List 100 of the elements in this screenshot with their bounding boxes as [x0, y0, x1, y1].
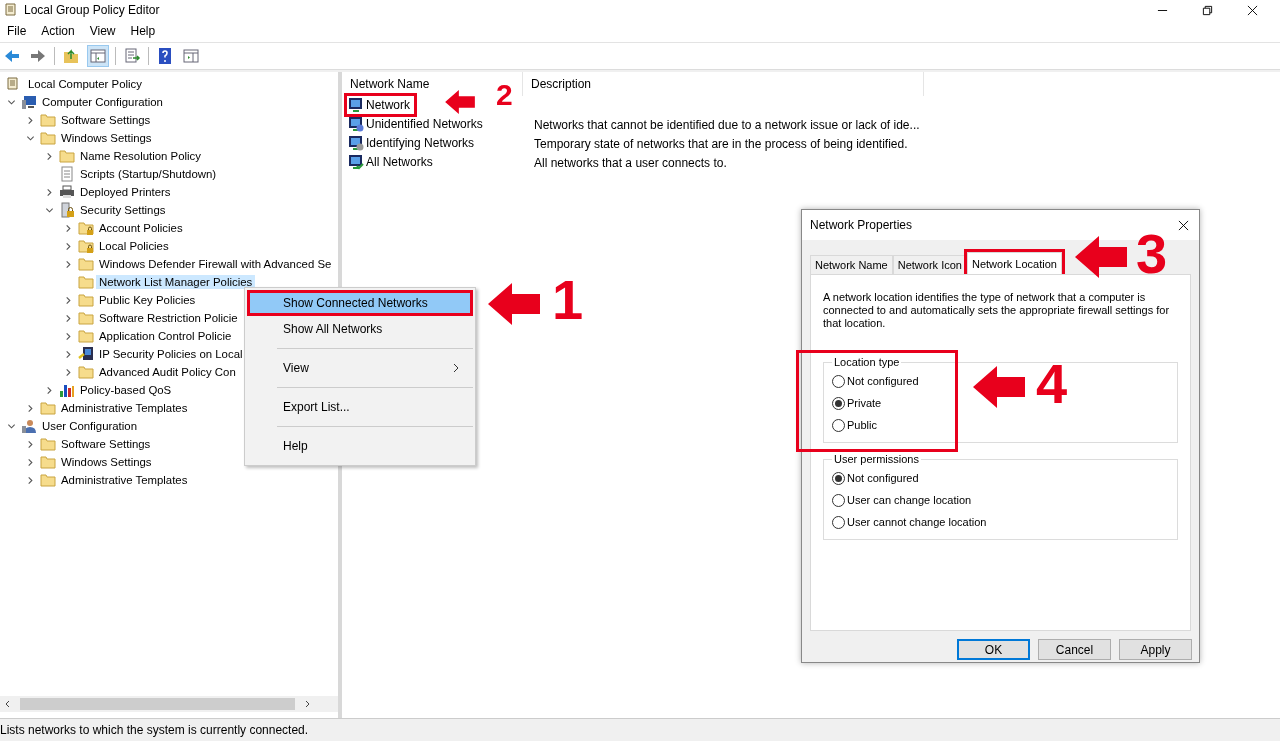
action-pane-icon[interactable]: [181, 46, 201, 66]
list-item[interactable]: Unidentified Networks: [366, 116, 483, 131]
folder-icon: [78, 310, 94, 326]
list-item[interactable]: All Networks: [366, 154, 433, 169]
callout-number: 1: [552, 272, 584, 328]
description-text: A network location identifies the type of network that a computer is connected to and automatically sets the appropriate firewall settings for that location.: [823, 291, 1171, 330]
locked-server-icon: [59, 202, 75, 218]
tab[interactable]: Network Name: [810, 255, 893, 274]
restore-icon[interactable]: [1202, 4, 1213, 16]
radio-button[interactable]: [832, 515, 845, 529]
tab[interactable]: Network Icon: [892, 255, 967, 274]
export-list-icon[interactable]: [122, 46, 142, 66]
printer-icon: [59, 184, 75, 200]
radio-button[interactable]: [832, 396, 845, 410]
folder-icon: [78, 328, 94, 344]
script-icon: [59, 166, 75, 182]
callout-number: 4: [1036, 356, 1068, 412]
tree-item[interactable]: Application Control Policie: [96, 329, 235, 343]
window-title: Local Group Policy Editor: [24, 3, 160, 17]
tree-item[interactable]: Advanced Audit Policy Con: [96, 365, 239, 379]
radio-label: Public: [847, 419, 877, 431]
menu-item[interactable]: File: [7, 24, 27, 38]
tree-item[interactable]: Administrative Templates: [58, 401, 191, 415]
radio-button[interactable]: [832, 471, 845, 485]
tree-item[interactable]: IP Security Policies on Local: [96, 347, 246, 361]
tree-item[interactable]: Software Restriction Policie: [96, 311, 241, 325]
close-icon[interactable]: [1247, 4, 1258, 16]
scroll-icon: [4, 76, 20, 92]
folder-icon: [40, 436, 56, 452]
tree-item[interactable]: Public Key Policies: [96, 293, 199, 307]
radio-label: User cannot change location: [847, 516, 987, 528]
dialog-title: Network Properties: [810, 218, 913, 232]
folder-icon: [78, 364, 94, 380]
tree-item[interactable]: Software Settings: [58, 437, 154, 451]
tree-item[interactable]: Software Settings: [58, 113, 154, 127]
tree-item[interactable]: Computer Configuration: [39, 95, 166, 109]
folder-icon: [40, 400, 56, 416]
tree-item[interactable]: Scripts (Startup/Shutdown): [77, 167, 220, 181]
tree-item[interactable]: Policy-based QoS: [77, 383, 175, 397]
callout-arrow: [1075, 236, 1127, 278]
dialog-button[interactable]: Cancel: [1038, 639, 1111, 660]
folder-icon: [78, 256, 94, 272]
table-cell-text: Networks that cannot be identified due to a network issue or lack of ide...: [533, 117, 921, 132]
group-title: User permissions: [833, 453, 920, 465]
menu-item[interactable]: Show Connected Networks: [247, 290, 473, 316]
folder-icon: [40, 472, 56, 488]
radio-button[interactable]: [832, 374, 845, 388]
tree-item[interactable]: Name Resolution Policy: [77, 149, 204, 163]
group-title: Location type: [833, 356, 901, 368]
callout-number: 3: [1136, 226, 1168, 282]
radio-label: Private: [847, 397, 882, 409]
radio-label: Not configured: [847, 472, 919, 484]
table-cell-text: All networks that a user connects to.: [533, 155, 728, 170]
menu-item[interactable]: Export List...: [247, 394, 473, 420]
table-cell-text: Temporary state of networks that are in the process of being identified.: [533, 136, 909, 151]
dialog-button[interactable]: OK: [957, 639, 1030, 660]
tree-item[interactable]: User Configuration: [39, 419, 140, 433]
tree-item[interactable]: Windows Defender Firewall with Advanced Se: [96, 257, 335, 271]
radio-label: User can change location: [847, 494, 972, 506]
scroll-icon: [2, 2, 18, 18]
folder-icon: [78, 274, 94, 290]
menu-item[interactable]: Action: [41, 24, 75, 38]
callout-arrow: [973, 366, 1025, 408]
radio-label: Not configured: [847, 375, 919, 387]
close-icon[interactable]: [1178, 219, 1189, 231]
locked-folder-icon: [78, 238, 94, 254]
menu-item[interactable]: Show All Networks: [247, 316, 473, 342]
tree-item[interactable]: Local Policies: [96, 239, 172, 253]
tree-item[interactable]: Network List Manager Policies: [96, 275, 256, 289]
radio-button[interactable]: [832, 493, 845, 507]
tree-item[interactable]: Security Settings: [77, 203, 169, 217]
tree-item[interactable]: Local Computer Policy: [25, 77, 145, 91]
folder-up-icon[interactable]: [61, 46, 81, 66]
menu-item[interactable]: View: [247, 355, 473, 381]
dialog-button[interactable]: Apply: [1119, 639, 1192, 660]
tree-item[interactable]: Account Policies: [96, 221, 186, 235]
tree-item[interactable]: Windows Settings: [58, 455, 155, 469]
menu-item[interactable]: Help: [247, 433, 473, 459]
folder-icon: [40, 112, 56, 128]
tab[interactable]: Network Location: [966, 252, 1062, 274]
folder-icon: [78, 292, 94, 308]
bar-chart-icon: [59, 382, 75, 398]
pane-toggle-icon[interactable]: [87, 45, 109, 67]
radio-button[interactable]: [832, 418, 845, 432]
computer-icon: [21, 94, 37, 110]
locked-folder-icon: [78, 220, 94, 236]
tree-item[interactable]: Administrative Templates: [58, 473, 191, 487]
folder-icon: [40, 454, 56, 470]
folder-icon: [40, 130, 56, 146]
menu-item[interactable]: View: [89, 24, 116, 38]
computer-key-icon: [78, 346, 94, 362]
tree-item[interactable]: Deployed Printers: [77, 185, 174, 199]
tree-item[interactable]: Windows Settings: [58, 131, 155, 145]
menu-item[interactable]: Help: [130, 24, 156, 38]
horizontal-scrollbar[interactable]: [0, 696, 338, 712]
folder-icon: [59, 148, 75, 164]
user-icon: [21, 418, 37, 434]
status-text: Lists networks to which the system is currently connected.: [0, 723, 309, 737]
column-header[interactable]: Description: [523, 72, 924, 96]
list-item[interactable]: Identifying Networks: [366, 135, 475, 150]
